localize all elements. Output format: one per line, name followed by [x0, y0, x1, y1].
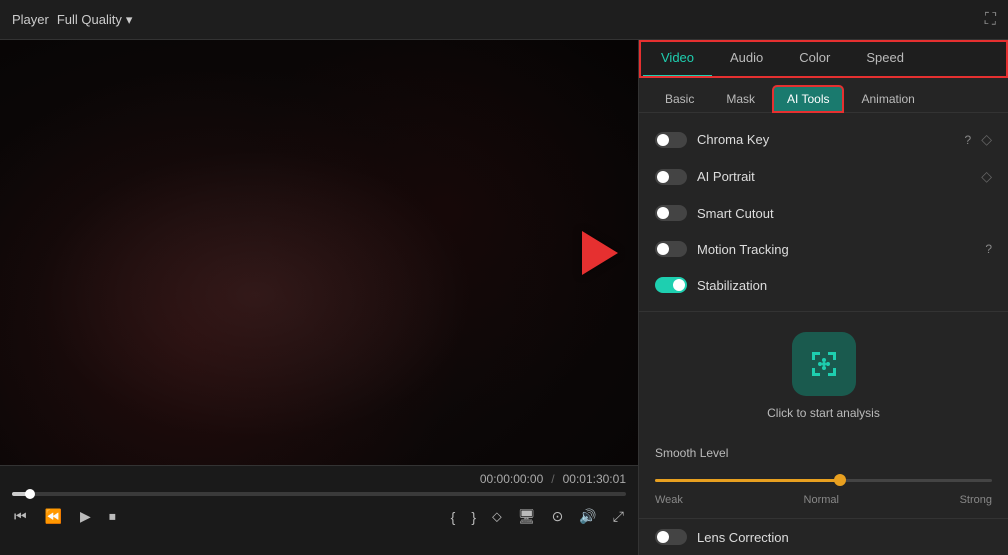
tab-color[interactable]: Color: [781, 40, 848, 77]
fullscreen-icon[interactable]: ⛶: [985, 11, 996, 29]
tab-speed[interactable]: Speed: [848, 40, 922, 77]
help-motion-tracking[interactable]: ?: [985, 242, 992, 256]
timeline-area: 00:00:00:00 / 00:01:30:01 ⏮ ⏪ ▶ ⏹ { } ⬦ …: [0, 465, 638, 555]
subtab-mask[interactable]: Mask: [712, 86, 769, 112]
play-back-button[interactable]: ⏪: [43, 506, 64, 527]
step-back-button[interactable]: ⏮: [12, 506, 29, 527]
toggle-smart-cutout[interactable]: [655, 205, 687, 221]
toggle-thumb-motion-tracking: [657, 243, 669, 255]
quality-select[interactable]: Full Quality ▾: [57, 12, 133, 28]
toggle-thumb-lens-correction: [657, 531, 669, 543]
top-tabs: Video Audio Color Speed: [639, 40, 1008, 78]
smooth-fill: [655, 479, 840, 482]
help-chroma-key[interactable]: ?: [965, 133, 972, 147]
analysis-button[interactable]: [792, 332, 856, 396]
label-stabilization: Stabilization: [697, 278, 992, 293]
tool-row-stabilization[interactable]: Stabilization: [639, 267, 1008, 303]
progress-thumb: [25, 489, 35, 499]
toggle-motion-tracking[interactable]: [655, 241, 687, 257]
video-preview: [0, 40, 638, 465]
stop-button[interactable]: ⏹: [107, 506, 118, 527]
play-forward-button[interactable]: ▶: [78, 506, 93, 527]
smooth-slider[interactable]: [655, 470, 992, 490]
quality-label: Full Quality: [57, 12, 122, 27]
current-time: 00:00:00:00: [480, 472, 543, 486]
video-panel: 00:00:00:00 / 00:01:30:01 ⏮ ⏪ ▶ ⏹ { } ⬦ …: [0, 40, 638, 555]
label-chroma-key: Chroma Key: [697, 132, 951, 147]
action-chroma-key: ◇: [981, 131, 992, 148]
label-motion-tracking: Motion Tracking: [697, 242, 971, 257]
toggle-thumb-smart-cutout: [657, 207, 669, 219]
tab-video[interactable]: Video: [643, 40, 712, 77]
total-time: 00:01:30:01: [563, 472, 626, 486]
toggle-chroma-key[interactable]: [655, 132, 687, 148]
smooth-label-weak: Weak: [655, 494, 683, 506]
subtab-ai-tools[interactable]: AI Tools: [773, 86, 843, 112]
tool-row-ai-portrait[interactable]: AI Portrait ◇: [639, 158, 1008, 195]
right-panel: Video Audio Color Speed Basic Mask AI To…: [638, 40, 1008, 555]
smooth-label-normal: Normal: [804, 494, 839, 506]
arrow-right-icon: [582, 231, 618, 275]
tab-audio[interactable]: Audio: [712, 40, 781, 77]
tool-row-motion-tracking[interactable]: Motion Tracking ?: [639, 231, 1008, 267]
smooth-thumb: [834, 474, 846, 486]
smooth-section: Smooth Level Weak Normal Strong: [639, 440, 1008, 518]
toggle-thumb-chroma-key: [657, 134, 669, 146]
tool-row-lens-correction[interactable]: Lens Correction: [639, 518, 1008, 555]
time-separator: /: [551, 472, 554, 486]
progress-bar[interactable]: [12, 492, 626, 496]
tool-row-smart-cutout[interactable]: Smart Cutout: [639, 195, 1008, 231]
smooth-title: Smooth Level: [655, 446, 992, 460]
analysis-area: Click to start analysis: [639, 312, 1008, 440]
smooth-track: [655, 479, 992, 482]
smooth-label-strong: Strong: [960, 494, 992, 506]
tool-row-chroma-key[interactable]: Chroma Key ? ◇: [639, 121, 1008, 158]
toggle-thumb-stabilization: [673, 279, 685, 291]
quality-chevron: ▾: [126, 12, 133, 28]
smooth-labels: Weak Normal Strong: [655, 494, 992, 506]
analysis-label: Click to start analysis: [767, 406, 880, 420]
playback-controls: ⏮ ⏪ ▶ ⏹ { } ⬦ 🖥 ⊙ 🔊 ⤢: [12, 506, 626, 527]
fullscreen-button[interactable]: ⤢: [611, 506, 626, 527]
ai-tools-list: Chroma Key ? ◇ AI Portrait ◇ Smart Cutou…: [639, 113, 1008, 311]
monitor-button[interactable]: 🖥: [516, 506, 538, 527]
screenshot-button[interactable]: ⊙: [550, 506, 566, 527]
label-smart-cutout: Smart Cutout: [697, 206, 992, 221]
top-bar: Player Full Quality ▾ ⛶: [0, 0, 1008, 40]
analysis-icon: [806, 346, 842, 382]
main-layout: 00:00:00:00 / 00:01:30:01 ⏮ ⏪ ▶ ⏹ { } ⬦ …: [0, 40, 1008, 555]
mark-out-button[interactable]: }: [469, 507, 478, 527]
audio-button[interactable]: 🔊: [577, 506, 598, 527]
subtab-basic[interactable]: Basic: [651, 86, 708, 112]
time-display: 00:00:00:00 / 00:01:30:01: [12, 472, 626, 486]
toggle-thumb-ai-portrait: [657, 171, 669, 183]
toggle-stabilization[interactable]: [655, 277, 687, 293]
subtab-animation[interactable]: Animation: [847, 86, 928, 112]
mark-in-button[interactable]: {: [449, 507, 458, 527]
label-lens-correction: Lens Correction: [697, 530, 992, 545]
ctrl-right: { } ⬦ 🖥 ⊙ 🔊 ⤢: [449, 506, 626, 527]
arrow-overlay: [582, 231, 618, 275]
sub-tabs: Basic Mask AI Tools Animation: [639, 78, 1008, 113]
top-bar-left: Player Full Quality ▾: [12, 12, 985, 28]
insert-button[interactable]: ⬦: [490, 506, 504, 527]
toggle-ai-portrait[interactable]: [655, 169, 687, 185]
action-ai-portrait: ◇: [981, 168, 992, 185]
label-ai-portrait: AI Portrait: [697, 169, 971, 184]
toggle-lens-correction[interactable]: [655, 529, 687, 545]
player-label: Player: [12, 12, 49, 27]
